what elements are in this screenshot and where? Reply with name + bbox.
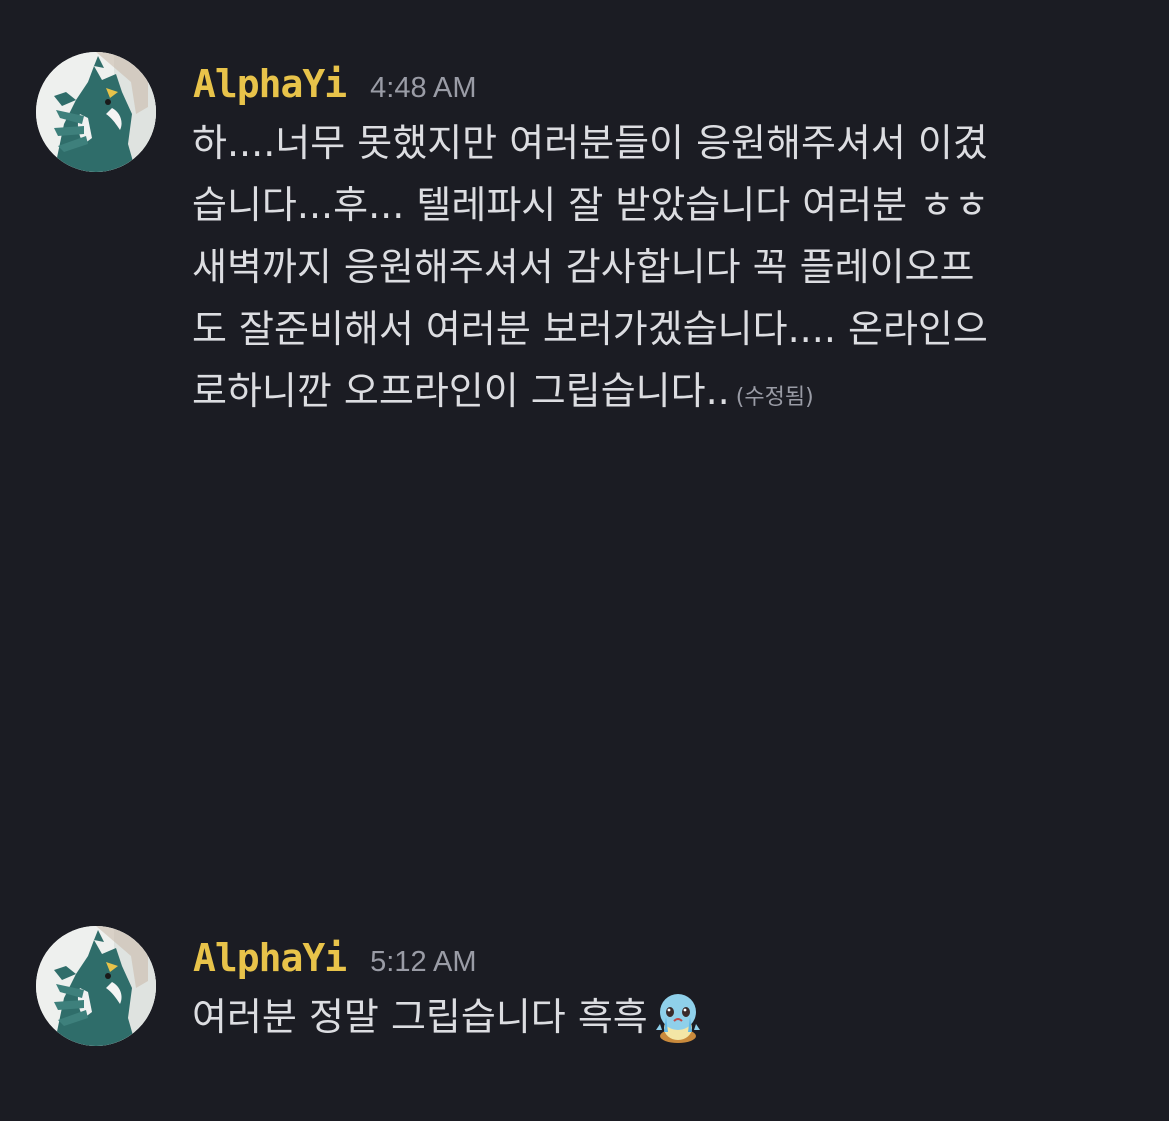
message-text-line: 여러분 정말 그립습니다 흑흑 [192, 986, 1142, 1048]
message-header: AlphaYi 5:12 AM [193, 936, 477, 986]
avatar-image [36, 926, 156, 1046]
username[interactable]: AlphaYi [193, 936, 347, 980]
message-header: AlphaYi 4:48 AM [193, 62, 477, 112]
message-text-line: 습니다...후... 텔레파시 잘 받았습니다 여러분 ㅎㅎ [192, 183, 990, 227]
message-content: 여러분 정말 그립습니다 흑흑 [192, 986, 1142, 1048]
user-avatar[interactable] [36, 926, 156, 1046]
message-text-line: 하....너무 못했지만 여러분들이 응원해주셔서 이겼 [192, 121, 988, 165]
crying-squirtle-emoji[interactable] [650, 988, 706, 1044]
user-avatar[interactable] [36, 52, 156, 172]
message-text-line: 도 잘준비해서 여러분 보러가겠습니다.... 온라인으 [192, 307, 988, 351]
edited-label: (수정됨) [735, 385, 814, 410]
username[interactable]: AlphaYi [193, 62, 347, 106]
message-text-line-last: 로하니깐 오프라인이 그립습니다.. (수정됨) [192, 360, 1142, 429]
message-text-line: 새벽까지 응원해주셔서 감사합니다 꼭 플레이오프 [192, 245, 975, 289]
message-text: 여러분 정말 그립습니다 흑흑 [192, 995, 648, 1039]
message-timestamp[interactable]: 4:48 AM [370, 72, 476, 105]
message-content: 하....너무 못했지만 여러분들이 응원해주셔서 이겼 습니다...후... … [192, 112, 1142, 429]
message-timestamp[interactable]: 5:12 AM [370, 946, 476, 979]
avatar-image [36, 52, 156, 172]
message-text: 로하니깐 오프라인이 그립습니다.. [192, 369, 730, 413]
